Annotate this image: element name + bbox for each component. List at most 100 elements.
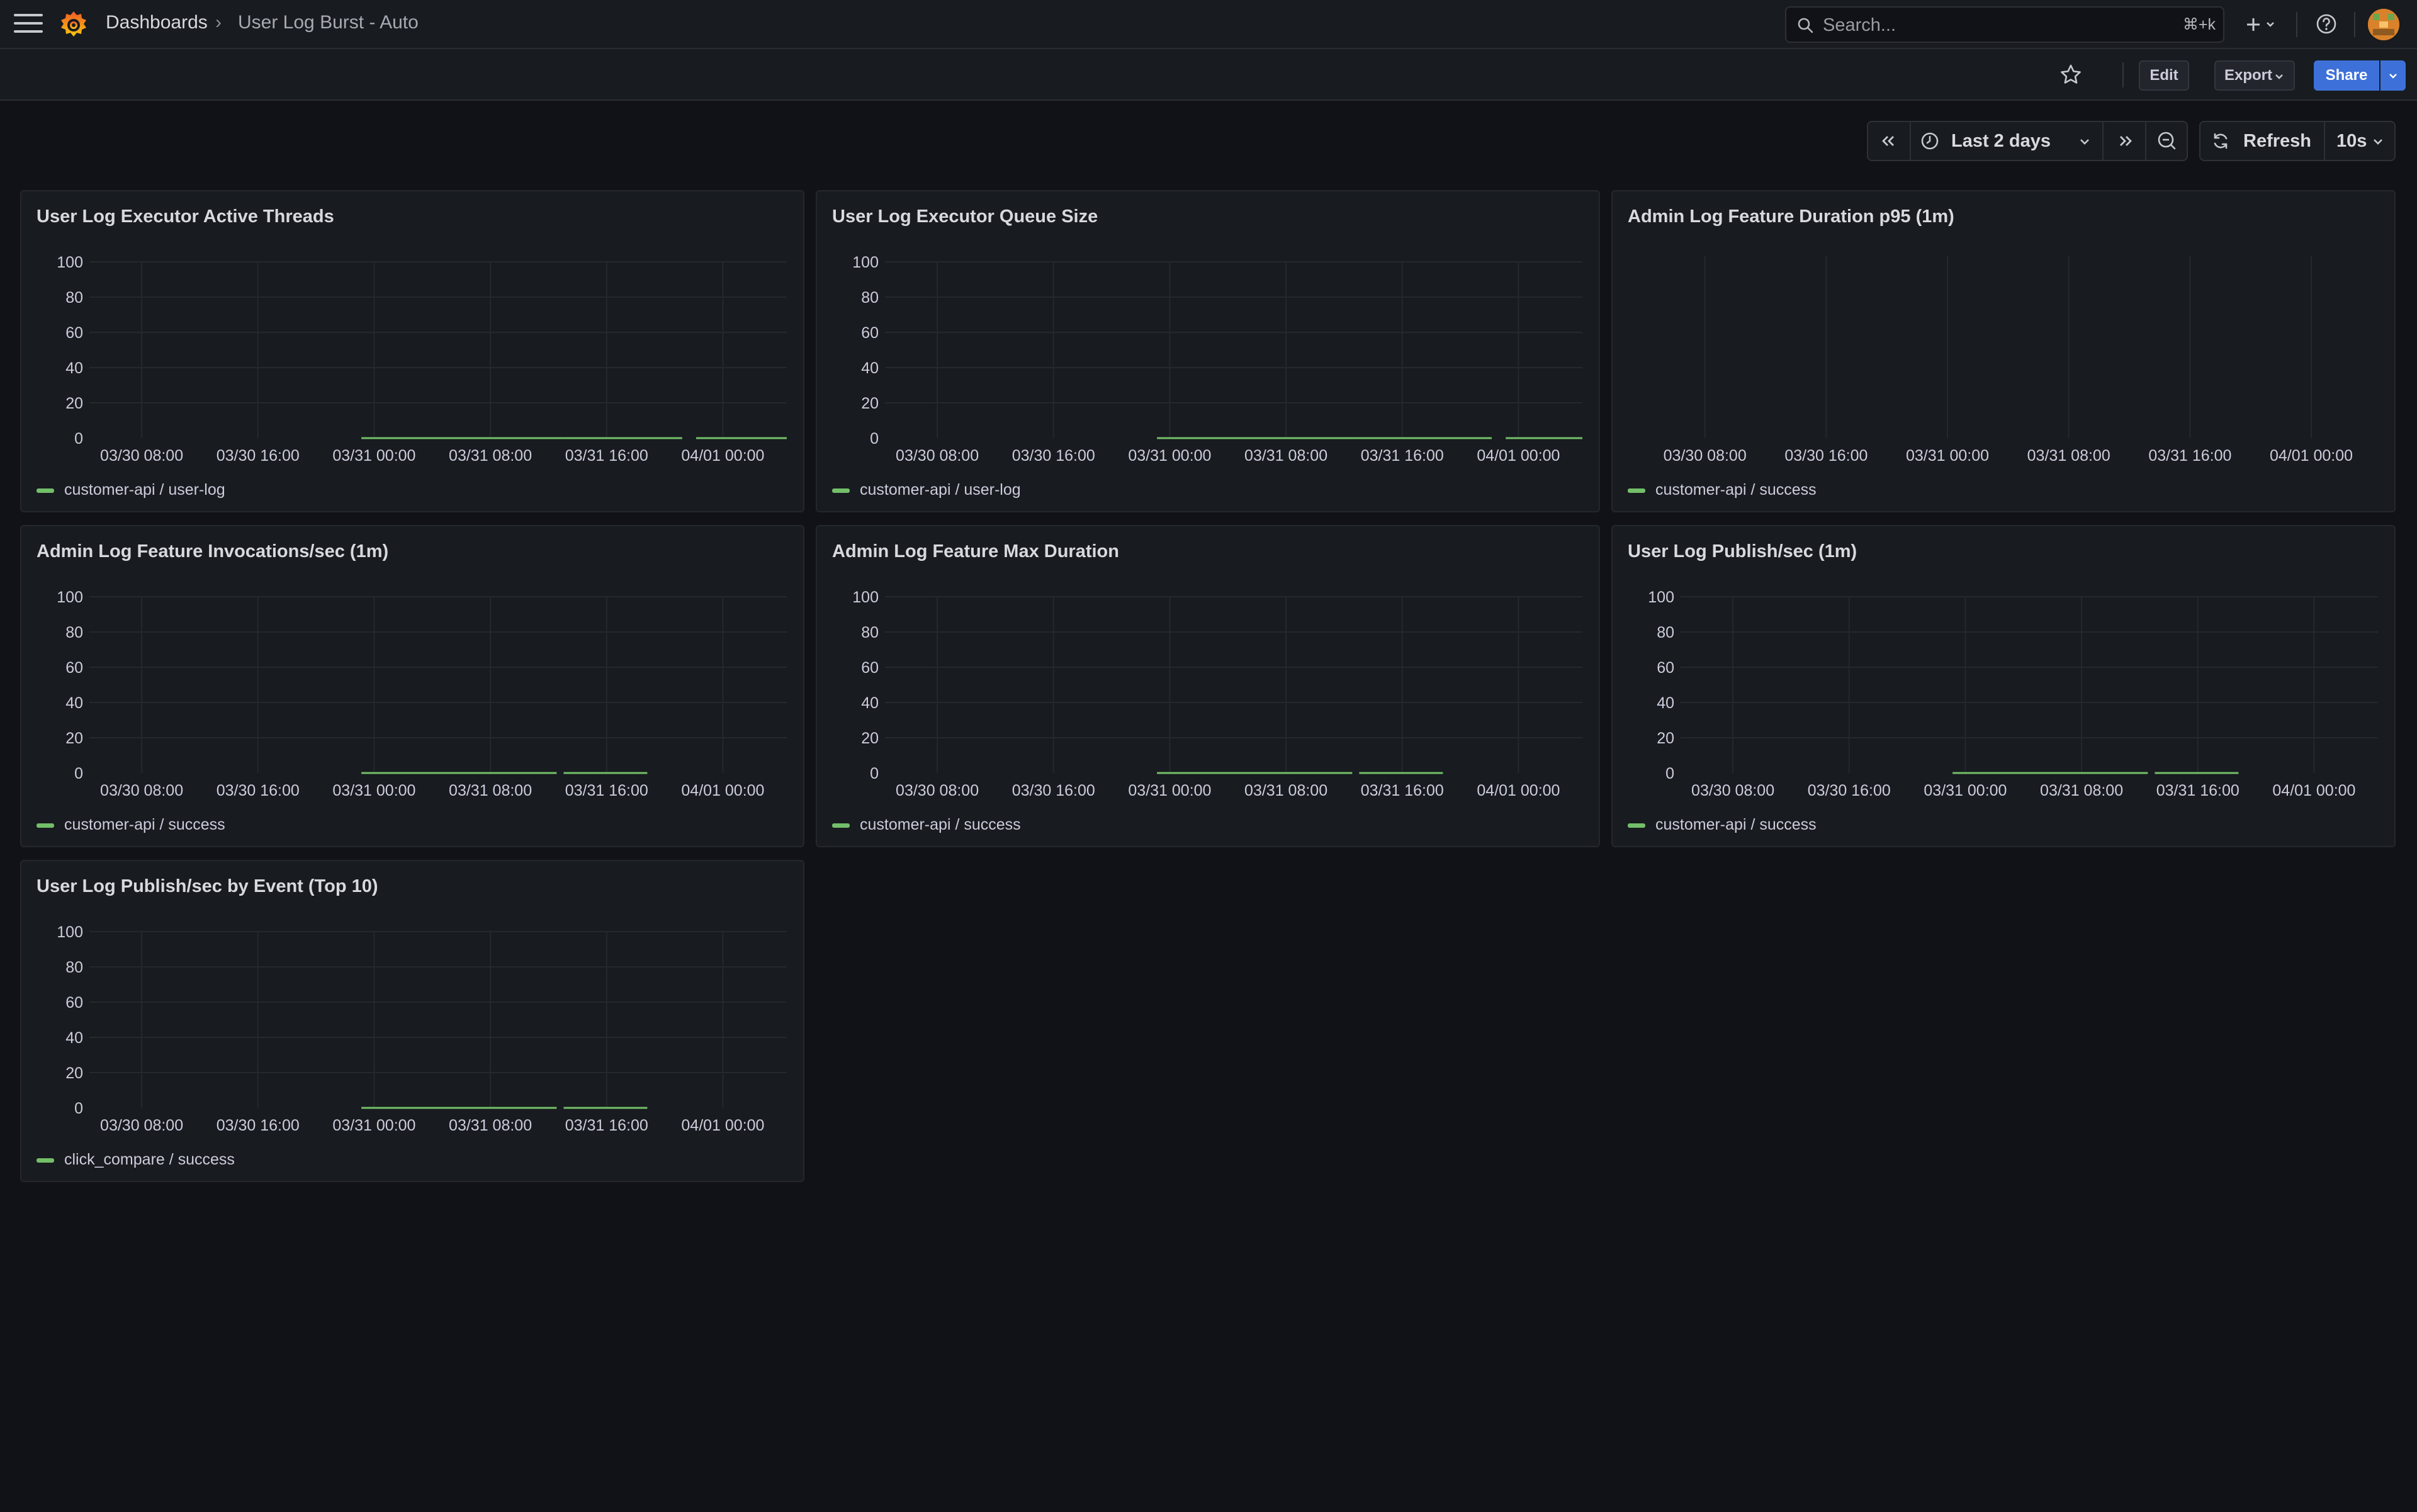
- time-range-picker[interactable]: Last 2 days: [1910, 122, 2102, 160]
- x-tick-label: 04/01 00:00: [681, 1117, 764, 1134]
- x-tick-label: 03/31 00:00: [332, 447, 415, 465]
- y-tick-label: 20: [1657, 730, 1674, 747]
- time-series-chart[interactable]: 100 80 60 40 20 0 03/30 08:00 03/30 16:00 03/31 …: [21, 191, 803, 511]
- y-tick-label: 60: [861, 324, 879, 342]
- dashboard-panel[interactable]: Admin Log Feature Duration p95 (1m) 03/30…: [1611, 190, 2396, 512]
- export-label: Export: [2224, 67, 2273, 84]
- dashboard-panel[interactable]: Admin Log Feature Invocations/sec (1m) 10…: [20, 525, 804, 847]
- divider: [2354, 12, 2355, 37]
- x-tick-label: 03/30 08:00: [1664, 447, 1747, 465]
- refresh-button[interactable]: Refresh: [2200, 122, 2324, 160]
- zoom-out-button[interactable]: [2145, 122, 2187, 160]
- x-tick-label: 03/30 16:00: [1012, 782, 1095, 799]
- time-range-controls: Last 2 days: [1867, 121, 2188, 161]
- y-tick-label: 80: [861, 289, 879, 307]
- x-tick-label: 03/31 16:00: [1361, 782, 1444, 799]
- y-tick-label: 60: [65, 324, 83, 342]
- legend-label: customer-api / user-log: [860, 481, 1021, 499]
- search-box[interactable]: ⌘+k: [1785, 6, 2224, 43]
- add-new-button[interactable]: [2241, 10, 2282, 39]
- time-series-chart[interactable]: 100 80 60 40 20 0 03/30 08:00 03/30 16:00 03/31 …: [21, 526, 803, 846]
- legend-swatch: [37, 823, 54, 828]
- x-tick-label: 03/30 16:00: [1012, 447, 1095, 465]
- y-tick-label: 60: [65, 994, 83, 1012]
- x-tick-label: 03/30 16:00: [217, 782, 300, 799]
- time-range-label: Last 2 days: [1951, 131, 2051, 151]
- x-tick-label: 03/30 08:00: [896, 447, 979, 465]
- dashboard-panel[interactable]: User Log Publish/sec (1m) 100 80 60 40 20 0 03/…: [1611, 525, 2396, 847]
- x-tick-label: 03/31 08:00: [449, 782, 532, 799]
- x-tick-label: 03/31 16:00: [2148, 447, 2231, 465]
- x-tick-label: 04/01 00:00: [1477, 447, 1560, 465]
- avatar[interactable]: [2368, 9, 2399, 40]
- x-tick-label: 03/30 16:00: [217, 447, 300, 465]
- x-tick-label: 03/31 16:00: [2156, 782, 2240, 799]
- time-shift-forward-button[interactable]: [2102, 122, 2145, 160]
- y-tick-label: 0: [1665, 765, 1674, 782]
- x-tick-label: 03/31 00:00: [1128, 782, 1211, 799]
- y-tick-label: 20: [861, 730, 879, 747]
- dashboard-panel[interactable]: User Log Executor Queue Size 100 80 60 40 20 0…: [816, 190, 1600, 512]
- breadcrumb-separator: ›: [215, 12, 222, 33]
- search-icon: [1798, 18, 1813, 33]
- y-tick-label: 40: [861, 359, 879, 377]
- y-tick-label: 0: [74, 765, 83, 782]
- dashboard-panel[interactable]: Admin Log Feature Max Duration 100 80 60 40 2…: [816, 525, 1600, 847]
- share-dropdown-button[interactable]: [2380, 60, 2406, 91]
- search-input[interactable]: [1822, 11, 2151, 39]
- x-tick-label: 03/31 16:00: [1361, 447, 1444, 465]
- time-series-chart[interactable]: 100 80 60 40 20 0 03/30 08:00 03/30 16:00 03/31 …: [21, 861, 803, 1181]
- y-tick-label: 80: [861, 624, 879, 641]
- dashboard-panel[interactable]: User Log Executor Active Threads 100 80 60 4…: [20, 190, 804, 512]
- y-tick-label: 80: [65, 959, 83, 976]
- star-icon[interactable]: [2058, 62, 2083, 87]
- breadcrumb-dashboards[interactable]: Dashboards: [106, 12, 208, 33]
- time-series-chart[interactable]: 100 80 60 40 20 0 03/30 08:00 03/30 16:00 03/31 …: [817, 191, 1599, 511]
- x-tick-label: 03/31 00:00: [1906, 447, 1989, 465]
- y-tick-label: 20: [65, 730, 83, 747]
- time-series-chart[interactable]: 100 80 60 40 20 0 03/30 08:00 03/30 16:00 03/31 …: [817, 526, 1599, 846]
- time-shift-back-button[interactable]: [1868, 122, 1910, 160]
- x-tick-label: 03/31 16:00: [565, 1117, 648, 1134]
- x-tick-label: 03/31 08:00: [449, 447, 532, 465]
- x-tick-label: 03/30 08:00: [100, 447, 183, 465]
- legend-swatch: [1628, 823, 1645, 828]
- chevron-down-icon: [2080, 139, 2089, 145]
- export-button[interactable]: Export: [2214, 60, 2295, 91]
- y-tick-label: 0: [74, 430, 83, 448]
- share-button[interactable]: Share: [2314, 60, 2379, 91]
- y-tick-label: 100: [852, 589, 879, 606]
- divider: [2122, 62, 2124, 87]
- legend-label: customer-api / success: [1655, 816, 1817, 833]
- edit-button[interactable]: Edit: [2139, 60, 2189, 91]
- legend-label: customer-api / success: [860, 816, 1021, 833]
- legend-label: customer-api / success: [64, 816, 225, 833]
- x-tick-label: 03/31 08:00: [2040, 782, 2123, 799]
- y-tick-label: 20: [65, 1064, 83, 1082]
- y-tick-label: 80: [65, 624, 83, 641]
- chevron-down-icon: [2389, 74, 2397, 79]
- x-tick-label: 04/01 00:00: [681, 447, 764, 465]
- refresh-controls: Refresh 10s: [2199, 121, 2396, 161]
- dashboard-panel[interactable]: User Log Publish/sec by Event (Top 10) 10…: [20, 860, 804, 1182]
- x-tick-label: 03/31 00:00: [332, 782, 415, 799]
- refresh-label: Refresh: [2243, 131, 2311, 151]
- y-tick-label: 0: [870, 765, 879, 782]
- menu-icon[interactable]: [14, 14, 43, 35]
- x-tick-label: 04/01 00:00: [2270, 447, 2353, 465]
- time-series-chart[interactable]: 03/30 08:00 03/30 16:00 03/31 00:00 03/31 0…: [1613, 191, 2394, 511]
- x-tick-label: 03/30 16:00: [217, 1117, 300, 1134]
- legend-swatch: [37, 488, 54, 493]
- help-icon[interactable]: [2315, 13, 2338, 35]
- chevrons-right-icon: [2120, 136, 2132, 146]
- x-tick-label: 03/31 08:00: [1244, 447, 1327, 465]
- grafana-logo[interactable]: [58, 9, 89, 40]
- x-tick-label: 03/31 08:00: [449, 1117, 532, 1134]
- refresh-icon: [2214, 133, 2228, 149]
- x-tick-label: 03/30 16:00: [1784, 447, 1868, 465]
- y-tick-label: 40: [65, 359, 83, 377]
- time-series-chart[interactable]: 100 80 60 40 20 0 03/30 08:00 03/30 16:00 03/31 …: [1613, 526, 2394, 846]
- y-tick-label: 40: [65, 694, 83, 712]
- refresh-interval-picker[interactable]: 10s: [2324, 122, 2394, 160]
- y-tick-label: 0: [74, 1100, 83, 1117]
